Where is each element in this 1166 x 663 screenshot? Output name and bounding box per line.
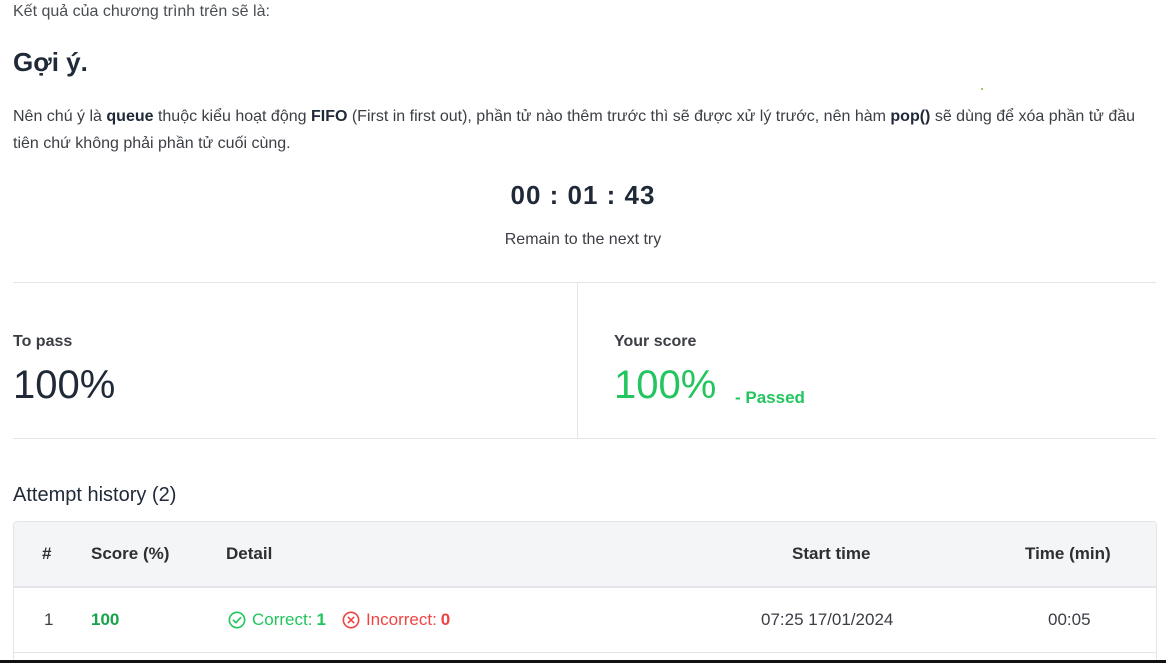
incorrect-label: Incorrect: [365,610,437,629]
hint-keyword-fifo: FIFO [310,108,348,125]
column-header-index: # [42,544,52,563]
hint-text-1: Nên chú ý là [13,108,107,125]
correct-label: Correct: [252,610,313,629]
hint-keyword-queue: queue [106,108,154,125]
hint-text-3: (First in first out), phần tử nào thêm t… [347,108,891,125]
attempt-history-title: Attempt history (2) [13,484,177,506]
score-panel: To pass 100% Your score 100% - Passed [13,282,1156,439]
table-header: # Score (%) Detail Start time Time (min) [14,522,1156,588]
column-header-score: Score (%) [91,544,170,563]
quiz-result-page: Kết quả của chương trình trên sẽ là: Gợi… [0,0,1166,663]
your-score-label: Your score [614,333,697,350]
column-header-start-time: Start time [792,544,871,563]
column-header-detail: Detail [226,544,273,563]
countdown-timer: 00 : 01 : 43 [510,180,656,210]
row-detail: Correct: 1 Incorrect: 0 [228,610,450,630]
countdown-caption: Remain to the next try [504,231,662,248]
row-duration: 00:05 [1048,610,1091,629]
row-start-time: 07:25 17/01/2024 [761,610,894,629]
row-score: 100 [91,610,120,629]
table-row[interactable]: 1 100 Correct: 1 Incorrect: 0 07:25 17/0… [14,588,1156,653]
your-score-value: 100% [614,363,717,407]
x-circle-icon [342,611,360,629]
check-circle-icon [228,611,246,629]
intro-text: Kết quả của chương trình trên sẽ là: [13,3,270,20]
to-pass-value: 100% [13,363,116,407]
hint-title: Gợi ý. [13,47,88,77]
correct-count: 1 [316,610,326,629]
score-divider [577,283,578,438]
pass-status-badge: - Passed [735,388,805,407]
stray-dot [981,88,983,90]
hint-paragraph: Nên chú ý là queue thuộc kiểu hoạt động … [13,103,1163,157]
to-pass-label: To pass [13,333,73,350]
hint-keyword-pop: pop() [890,108,931,125]
attempt-history-table: # Score (%) Detail Start time Time (min)… [13,521,1157,663]
column-header-duration: Time (min) [1025,544,1111,563]
incorrect-count: 0 [440,610,451,629]
hint-text-2: thuộc kiểu hoạt động [153,108,311,125]
row-index: 1 [44,610,54,629]
